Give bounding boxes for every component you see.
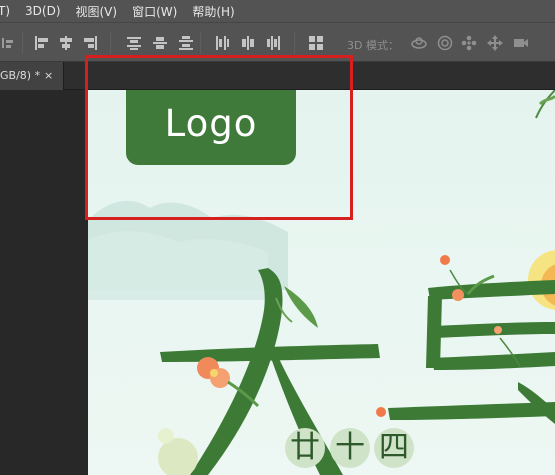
3d-slide-icon[interactable] bbox=[487, 35, 503, 51]
align-right-icon[interactable] bbox=[82, 35, 98, 51]
menu-item-window[interactable]: 窗口(W) bbox=[132, 3, 177, 20]
toolbar-separator bbox=[294, 32, 295, 54]
distribute-right-icon[interactable] bbox=[266, 35, 282, 51]
distribute-vertical-center-icon[interactable] bbox=[152, 35, 168, 51]
toolbar-separator bbox=[200, 32, 201, 54]
menu-item-help[interactable]: 帮助(H) bbox=[192, 3, 234, 20]
calligraphy-stroke bbox=[432, 352, 555, 370]
3d-drag-icon[interactable] bbox=[461, 35, 477, 51]
calligraphy-stroke bbox=[432, 322, 555, 338]
flower bbox=[376, 407, 386, 417]
menu-item-type[interactable]: T) bbox=[0, 4, 10, 18]
date-char: 十 bbox=[335, 430, 365, 465]
auto-align-layers-icon[interactable] bbox=[308, 35, 324, 51]
menu-bar: T) 3D(D) 视图(V) 窗口(W) 帮助(H) bbox=[0, 0, 555, 22]
flower bbox=[158, 428, 174, 444]
3d-mode-label: 3D 模式： bbox=[347, 39, 399, 52]
close-icon[interactable]: × bbox=[44, 62, 53, 90]
menu-item-view[interactable]: 视图(V) bbox=[76, 3, 118, 20]
align-horizontal-center-icon[interactable] bbox=[58, 35, 74, 51]
document-tab-title: GB/8) * bbox=[0, 69, 41, 82]
3d-roll-icon[interactable] bbox=[437, 35, 453, 51]
distribute-bottom-icon[interactable] bbox=[178, 35, 194, 51]
highlight-box bbox=[85, 55, 353, 220]
distribute-horizontal-center-icon[interactable] bbox=[240, 35, 256, 51]
distribute-left-icon[interactable] bbox=[214, 35, 230, 51]
align-left-icon[interactable] bbox=[34, 35, 50, 51]
vine bbox=[535, 90, 555, 119]
leaf bbox=[284, 286, 318, 328]
calligraphy-stroke bbox=[388, 402, 555, 420]
flower bbox=[440, 255, 450, 265]
leaf bbox=[538, 94, 555, 106]
flower-center bbox=[210, 369, 218, 377]
flower bbox=[452, 289, 464, 301]
distribute-top-icon[interactable] bbox=[126, 35, 142, 51]
menu-item-3d[interactable]: 3D(D) bbox=[25, 4, 60, 18]
align-edges-icon[interactable] bbox=[2, 35, 18, 51]
document-tab[interactable]: GB/8) * × bbox=[0, 62, 64, 90]
toolbar-separator bbox=[22, 32, 23, 54]
3d-orbit-icon[interactable] bbox=[411, 35, 427, 51]
date-char: 廿 bbox=[290, 430, 320, 465]
date-char: 四 bbox=[379, 430, 409, 465]
flower bbox=[494, 326, 502, 334]
toolbar-separator bbox=[110, 32, 111, 54]
3d-camera-icon[interactable] bbox=[513, 35, 529, 51]
